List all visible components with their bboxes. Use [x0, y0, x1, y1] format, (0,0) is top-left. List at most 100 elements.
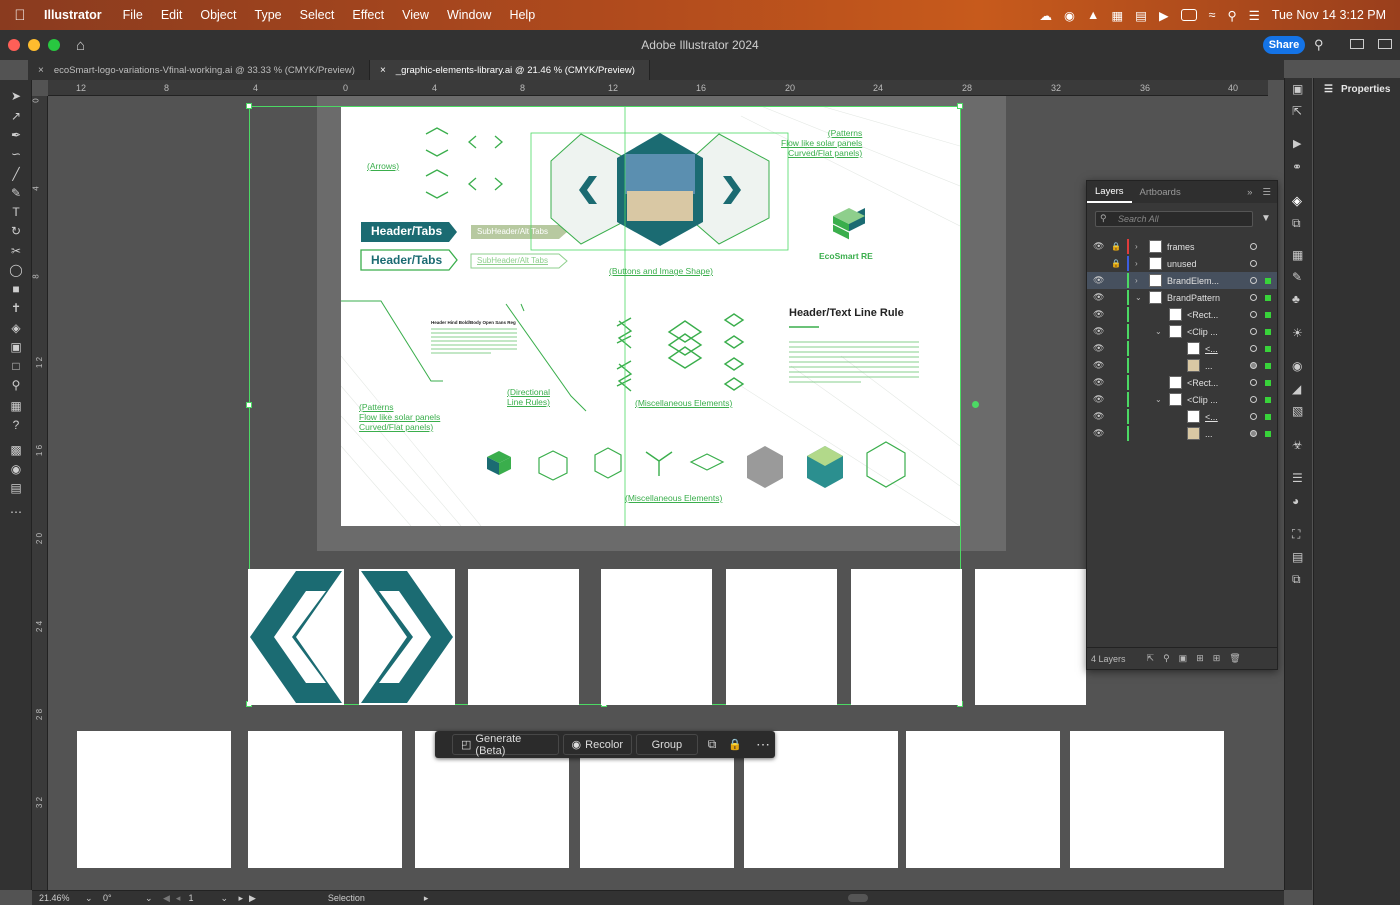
chevron-artboard[interactable]: [359, 569, 455, 705]
duplicate-icon[interactable]: ⧉: [708, 737, 717, 752]
close-window-button[interactable]: [8, 39, 20, 51]
selection-indicator[interactable]: [1265, 430, 1271, 437]
screen-icon[interactable]: ▤: [1135, 8, 1147, 23]
status-menu-icon[interactable]: ▸: [424, 893, 429, 904]
menu-window[interactable]: Window: [438, 8, 500, 22]
selection-handle[interactable]: [246, 103, 252, 109]
screen-mode-icon[interactable]: ▤: [7, 480, 25, 496]
clock[interactable]: Tue Nov 14 3:12 PM: [1272, 8, 1386, 22]
layer-row-clip[interactable]: 👁 ⌄ <Clip ...: [1087, 391, 1277, 408]
home-icon[interactable]: ⌂: [76, 37, 85, 54]
group-button[interactable]: Group: [636, 734, 698, 755]
last-artboard-icon[interactable]: ▶: [249, 893, 256, 904]
locate-object-icon[interactable]: ⚲: [1163, 653, 1170, 664]
transform-icon[interactable]: ⛶: [1292, 527, 1300, 542]
pen-tool-icon[interactable]: ✒: [7, 127, 25, 143]
zoom-window-button[interactable]: [48, 39, 60, 51]
creative-cloud-icon[interactable]: ◉: [1064, 8, 1075, 23]
collapse-panel-icon[interactable]: »: [1247, 187, 1252, 198]
puppet-icon[interactable]: ☣: [1292, 438, 1303, 452]
selection-indicator[interactable]: [1265, 311, 1271, 318]
tab-artboards[interactable]: Artboards: [1132, 187, 1189, 198]
target-icon[interactable]: [1250, 413, 1257, 420]
layer-row-brandpattern[interactable]: 👁 ⌄ BrandPattern: [1087, 289, 1277, 306]
selection-indicator[interactable]: [1265, 345, 1271, 352]
target-icon[interactable]: [1250, 243, 1257, 250]
lock-icon[interactable]: 🔒: [1111, 259, 1121, 268]
actions-play-icon[interactable]: ▶: [1293, 137, 1301, 150]
close-tab-icon[interactable]: ×: [380, 65, 386, 76]
stroke-icon[interactable]: ☰: [1292, 471, 1303, 485]
selection-indicator[interactable]: [1265, 294, 1271, 301]
selection-handle[interactable]: [957, 103, 963, 109]
fill-stroke-icon[interactable]: ▦: [7, 398, 25, 414]
eye-icon[interactable]: 👁: [1093, 428, 1104, 439]
scissors-tool-icon[interactable]: ✂: [7, 243, 25, 259]
blank-artboard[interactable]: [975, 569, 1086, 705]
control-center-icon[interactable]: ☰: [1249, 8, 1260, 23]
target-icon[interactable]: [1250, 277, 1257, 284]
app-menu[interactable]: Illustrator: [40, 8, 114, 22]
chevron-down-icon[interactable]: ⌄: [1135, 293, 1142, 302]
selection-indicator[interactable]: [1265, 362, 1271, 369]
more-tools-icon[interactable]: ⋯: [7, 504, 25, 520]
selection-tool-icon[interactable]: ➤: [7, 88, 25, 104]
eye-icon[interactable]: 👁: [1093, 377, 1104, 388]
layer-row-brandelements[interactable]: 👁 › BrandElem...: [1087, 272, 1277, 289]
eye-icon[interactable]: 👁: [1093, 292, 1104, 303]
horizontal-scrollbar[interactable]: [848, 894, 869, 902]
chevron-down-icon[interactable]: ⌄: [220, 893, 234, 904]
tab-layers[interactable]: Layers: [1087, 181, 1132, 203]
gradient-icon[interactable]: ▧: [1292, 404, 1303, 418]
blank-artboard[interactable]: [468, 569, 579, 705]
brushes-icon[interactable]: ✎: [1292, 270, 1302, 284]
layer-row-clip-path[interactable]: 👁 <...: [1087, 408, 1277, 425]
tab-logo-variations[interactable]: × ecoSmart-logo-variations-Vfinal-working…: [28, 60, 370, 80]
lasso-tool-icon[interactable]: ◯: [7, 262, 25, 278]
zoom-level[interactable]: 21.46%: [39, 893, 85, 903]
selection-indicator[interactable]: [1265, 277, 1271, 284]
blank-artboard[interactable]: [726, 569, 837, 705]
menu-type[interactable]: Type: [246, 8, 291, 22]
chevron-artboard[interactable]: [248, 569, 344, 705]
lock-icon[interactable]: 🔒: [1111, 242, 1121, 251]
transparency-icon[interactable]: ◢: [1292, 382, 1301, 396]
line-tool-icon[interactable]: ╱: [7, 166, 25, 182]
target-icon[interactable]: [1250, 379, 1257, 386]
eye-icon[interactable]: 👁: [1093, 343, 1104, 354]
drive-icon[interactable]: ▲: [1087, 8, 1099, 22]
color-swatch-icon[interactable]: ▩: [7, 442, 25, 458]
symbols-icon[interactable]: ♣: [1292, 292, 1300, 306]
target-icon[interactable]: [1250, 294, 1257, 301]
links-icon[interactable]: ⚭: [1292, 160, 1302, 174]
swatches-icon[interactable]: ▦: [1292, 248, 1303, 262]
paintbrush-tool-icon[interactable]: ✎: [7, 185, 25, 201]
properties-header[interactable]: ☰ Properties: [1314, 78, 1400, 101]
recolor-button[interactable]: ◉ Recolor: [562, 734, 633, 755]
rotate-handle[interactable]: [972, 401, 979, 408]
menu-file[interactable]: File: [114, 8, 152, 22]
layer-row-image[interactable]: 👁 ...: [1087, 357, 1277, 374]
menu-select[interactable]: Select: [291, 8, 344, 22]
new-layer-icon[interactable]: ⊞: [1213, 653, 1221, 664]
new-sublayer-icon[interactable]: ⊞: [1196, 653, 1204, 664]
menu-object[interactable]: Object: [191, 8, 245, 22]
eye-icon[interactable]: 👁: [1093, 360, 1104, 371]
graphic-styles-icon[interactable]: ◉: [1292, 359, 1302, 373]
search-icon[interactable]: ⚲: [1314, 37, 1324, 53]
target-icon[interactable]: [1250, 362, 1257, 369]
apple-icon[interactable]: : [0, 7, 40, 24]
eye-icon[interactable]: 👁: [1093, 394, 1104, 405]
menu-view[interactable]: View: [393, 8, 438, 22]
blank-artboard[interactable]: [601, 569, 712, 705]
chevron-down-icon[interactable]: ⌄: [85, 893, 99, 904]
layer-row-clip-path[interactable]: 👁 <...: [1087, 340, 1277, 357]
eye-icon[interactable]: 👁: [1093, 411, 1104, 422]
eye-icon[interactable]: 👁: [1093, 326, 1104, 337]
libraries-icon[interactable]: ▣: [1292, 82, 1303, 96]
type-tool-icon[interactable]: T: [7, 204, 25, 220]
layer-row-image[interactable]: 👁 ...: [1087, 425, 1277, 442]
artboard-number[interactable]: 1: [188, 893, 220, 903]
gradient-tool-icon[interactable]: ■: [7, 281, 25, 297]
live-paint-tool-icon[interactable]: ▣: [7, 339, 25, 355]
